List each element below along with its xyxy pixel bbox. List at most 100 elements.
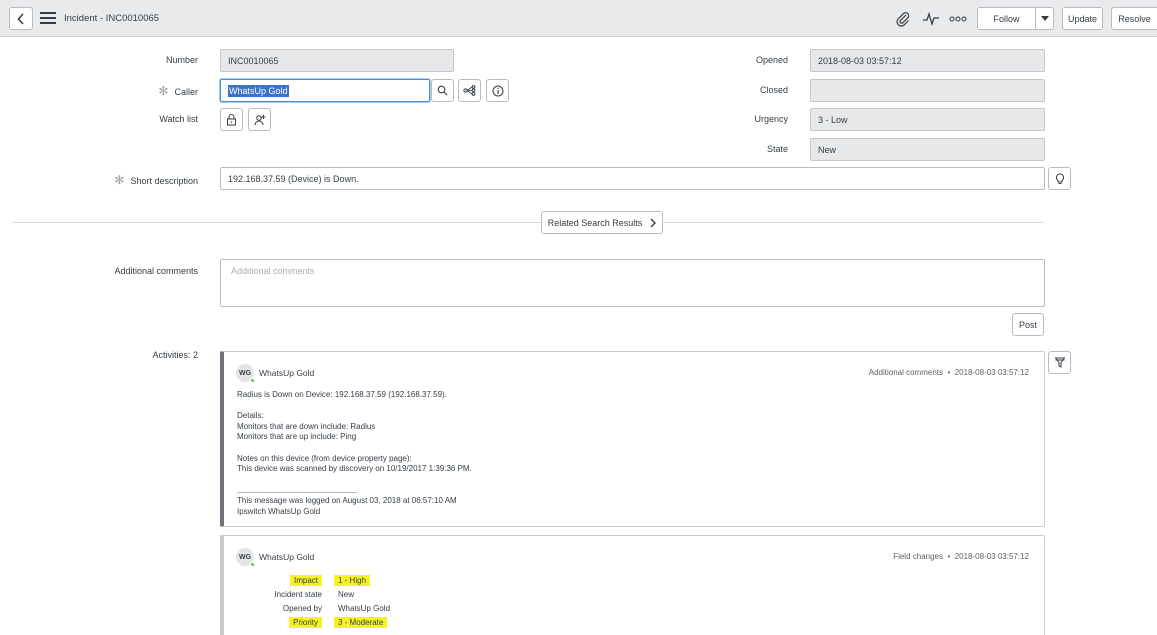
field-change-value: 1 - High [334, 574, 371, 586]
follow-button[interactable]: Follow [977, 7, 1036, 30]
short-description-label: Short description [130, 176, 198, 186]
hamburger-menu-icon[interactable] [40, 12, 56, 24]
update-button[interactable]: Update [1062, 7, 1103, 30]
follow-dropdown-button[interactable] [1035, 7, 1054, 30]
field-change-row: Impact 1 - High [237, 573, 390, 587]
activity-entry: WG WhatsUp Gold Field changes • 2018-08-… [220, 535, 1045, 635]
short-description-label-wrap: ✻ Short description [60, 173, 198, 187]
caret-down-icon [1040, 16, 1049, 21]
activity-type: Field changes [893, 552, 943, 561]
presence-indicator [250, 378, 255, 383]
required-asterisk-icon: ✻ [158, 84, 169, 98]
presence-indicator [250, 562, 255, 567]
caller-info-button[interactable] [486, 79, 509, 102]
closed-field[interactable] [810, 79, 1045, 102]
activity-meta: Additional comments • 2018-08-03 03:57:1… [868, 368, 1029, 377]
field-change-name: Impact [289, 574, 322, 586]
activity-line: Details: [237, 411, 264, 421]
resolve-button[interactable]: Resolve [1111, 7, 1157, 30]
opened-field[interactable]: 2018-08-03 03:57:12 [810, 49, 1045, 72]
activity-line: Monitors that are down include: Radius [237, 421, 376, 431]
field-change-name-cell: Priority [237, 616, 334, 628]
activity-line [237, 401, 472, 412]
activity-line: This device was scanned by discovery on … [237, 464, 472, 474]
short-description-field[interactable]: 192.168.37.59 (Device) is Down. [220, 167, 1045, 190]
caller-label: Caller [174, 87, 198, 97]
field-change-row: Opened by WhatsUp Gold [237, 601, 390, 615]
attachment-button[interactable] [893, 9, 913, 29]
activity-line: Monitors that are up include: Ping [237, 432, 357, 442]
chevron-left-icon [17, 12, 24, 25]
avatar: WG [236, 548, 255, 567]
lightbulb-icon [1055, 172, 1064, 184]
related-search-results-button[interactable]: Related Search Results [541, 211, 663, 234]
user-add-icon [254, 114, 265, 125]
caller-field[interactable]: WhatsUp Gold [220, 79, 430, 102]
urgency-label: Urgency [754, 114, 788, 124]
chevron-right-icon [650, 218, 657, 227]
activity-timestamp: 2018-08-03 03:57:12 [954, 552, 1029, 561]
field-change-value: 3 - Moderate [334, 616, 388, 628]
field-change-name: Priority [289, 616, 322, 628]
caller-lookup-button[interactable] [431, 79, 454, 102]
field-change-name: Incident state [274, 589, 322, 599]
add-me-button[interactable] [248, 108, 271, 131]
form-header: Incident - INC0010065 Follow Update Reso… [0, 0, 1157, 37]
activity-line: Notes on this device (from device proper… [237, 453, 412, 463]
avatar-initials: WG [238, 369, 252, 377]
field-change-value-cell: 1 - High [334, 574, 371, 586]
number-label: Number [165, 55, 198, 65]
paperclip-icon [896, 12, 910, 27]
post-button[interactable]: Post [1012, 313, 1044, 336]
field-change-name-cell: Impact [237, 574, 334, 586]
number-field[interactable]: INC0010065 [220, 49, 454, 72]
additional-comments-input[interactable]: Additional comments [220, 259, 1045, 307]
related-search-label: Related Search Results [547, 217, 643, 228]
activity-pulse-icon [923, 12, 939, 26]
closed-label: Closed [759, 85, 788, 95]
more-options-button[interactable] [948, 9, 968, 29]
filter-icon [1054, 357, 1065, 368]
state-field[interactable]: New [810, 138, 1045, 161]
hierarchy-icon [463, 85, 476, 96]
field-change-name: Opened by [282, 603, 322, 613]
field-change-value: New [338, 589, 355, 599]
field-change-row: Priority 3 - Moderate [237, 615, 390, 629]
caller-dependency-button[interactable] [458, 79, 481, 102]
search-icon [437, 85, 448, 96]
field-changes-table: Impact 1 - High Incident state New Opene… [237, 573, 390, 629]
additional-comments-label: Additional comments [114, 266, 198, 276]
activity-author: WhatsUp Gold [259, 368, 315, 378]
activity-author: WhatsUp Gold [259, 552, 315, 562]
section-divider [12, 222, 1044, 223]
activity-line: Ipswitch WhatsUp Gold [237, 506, 321, 516]
more-options-icon [949, 16, 967, 22]
watch-list-label: Watch list [159, 114, 198, 124]
required-asterisk-icon: ✻ [114, 173, 125, 187]
activity-line: ____________________________________ [237, 487, 358, 494]
lock-icon [227, 113, 236, 125]
state-label: State [766, 144, 788, 154]
field-change-row: Incident state New [237, 587, 390, 601]
opened-label: Opened [755, 55, 788, 65]
avatar-initials: WG [238, 553, 252, 561]
activity-filter-button[interactable] [1048, 351, 1071, 374]
activity-stream-button[interactable] [921, 9, 941, 29]
field-change-value: WhatsUp Gold [338, 603, 391, 613]
activity-type: Additional comments [868, 368, 943, 377]
activity-line: Radius is Down on Device: 192.168.37.59 … [237, 390, 447, 399]
page-title: Incident - INC0010065 [64, 13, 160, 24]
info-icon [492, 85, 503, 96]
activity-line: This message was logged on August 03, 20… [237, 495, 457, 505]
activity-meta: Field changes • 2018-08-03 03:57:12 [893, 552, 1029, 561]
activity-entry: WG WhatsUp Gold Additional comments • 20… [220, 351, 1045, 527]
urgency-field[interactable]: 3 - Low [810, 108, 1045, 131]
watch-list-unlock-button[interactable] [220, 108, 243, 131]
back-button[interactable] [9, 7, 33, 30]
avatar: WG [236, 364, 255, 383]
activities-count-label: Activities: 2 [152, 350, 198, 360]
suggestion-button[interactable] [1048, 167, 1071, 190]
caller-value: WhatsUp Gold [228, 84, 289, 97]
activity-line [237, 443, 472, 454]
activity-line [237, 475, 472, 486]
